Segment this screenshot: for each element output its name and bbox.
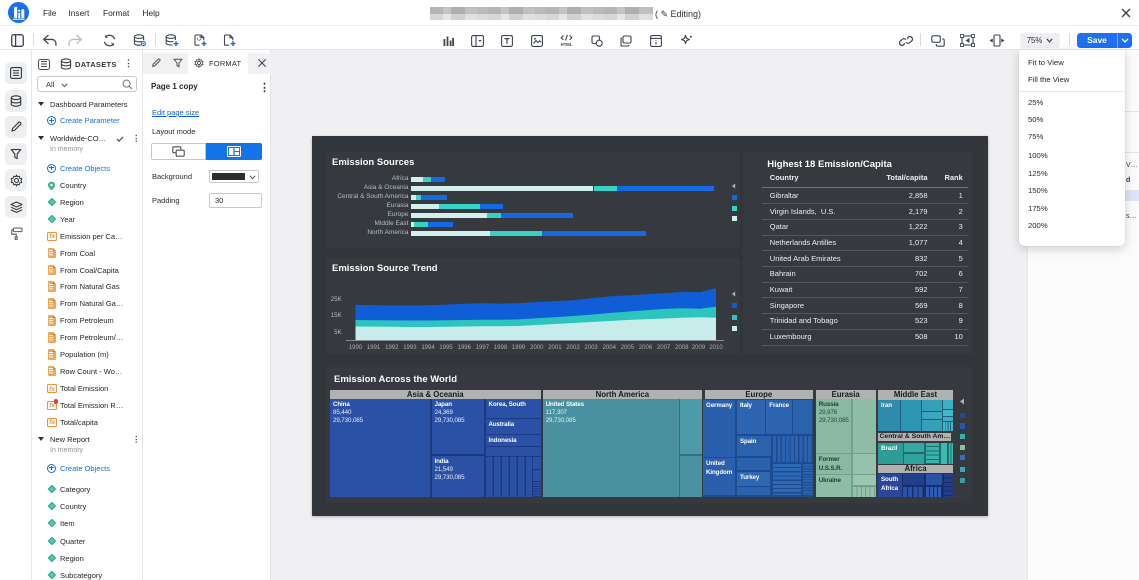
svg-text:HTML: HTML: [561, 42, 573, 47]
